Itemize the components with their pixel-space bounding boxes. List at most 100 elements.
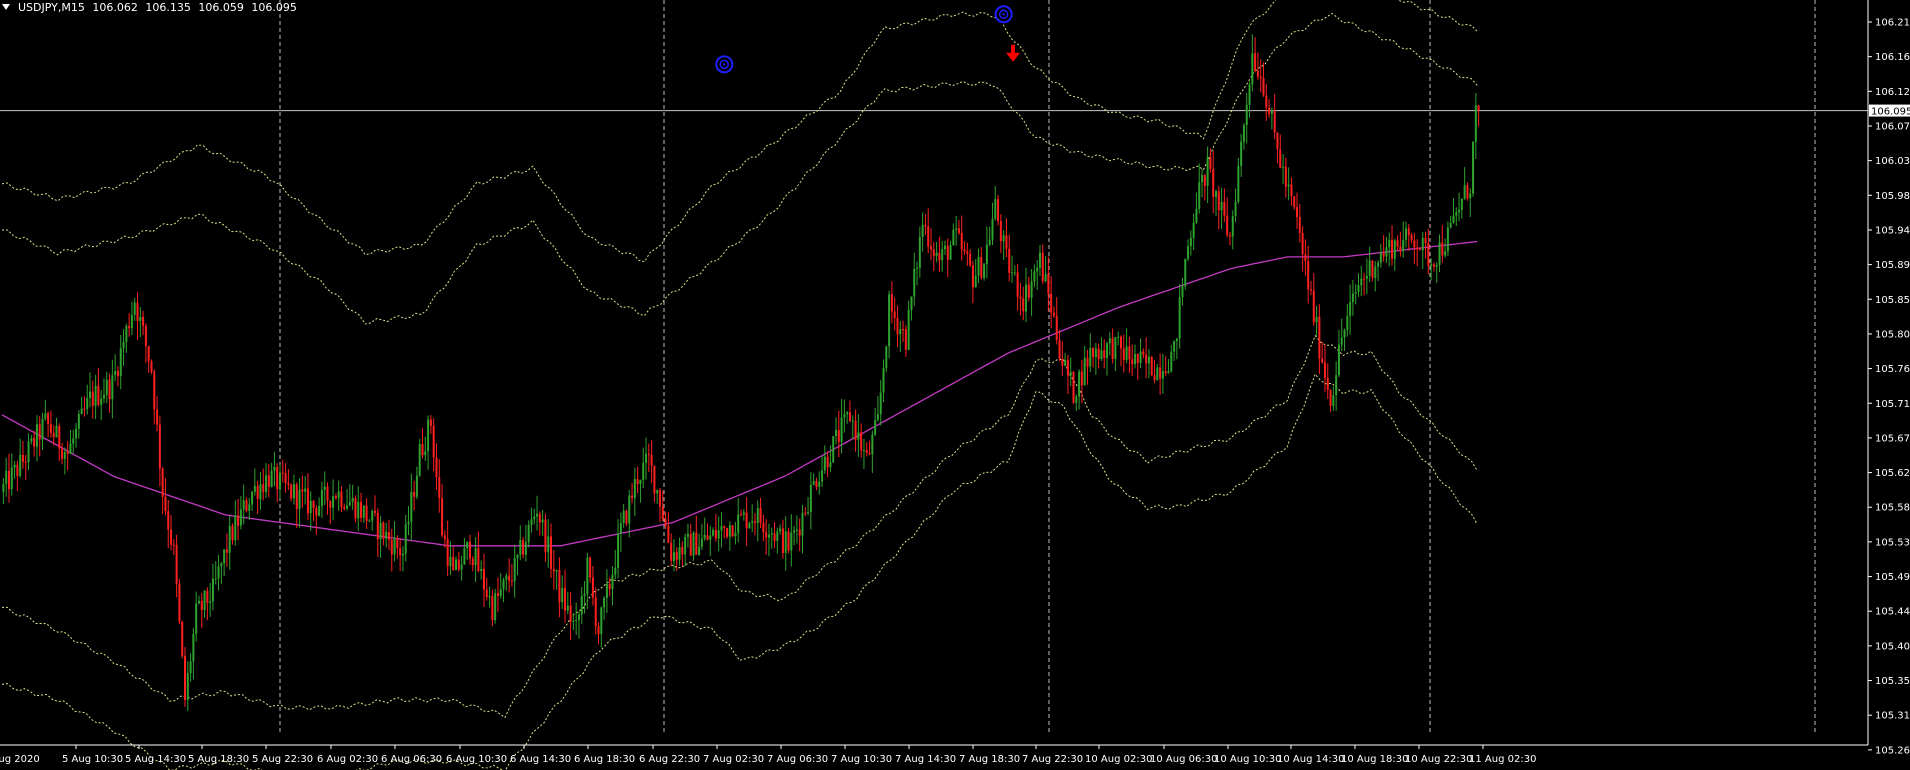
candle-body — [242, 500, 245, 510]
candle-body — [1083, 357, 1086, 386]
candle-body — [765, 532, 768, 538]
price-chart[interactable]: 106.210 106.165 106.120 106.075 106.030 105.9… — [0, 0, 1910, 770]
candle-body — [379, 522, 382, 540]
candle-body — [1477, 105, 1480, 111]
candle-body — [265, 475, 268, 492]
candle-body — [340, 491, 343, 508]
candle-body — [1323, 362, 1326, 378]
candle-body — [930, 246, 933, 250]
candle-body — [1337, 344, 1340, 376]
candle-body — [214, 578, 217, 580]
candle-body — [807, 511, 810, 514]
candle-body — [801, 512, 804, 536]
candle-body — [30, 437, 33, 442]
candle-body — [16, 464, 19, 476]
candle-body — [902, 329, 905, 331]
candle-body — [1444, 251, 1447, 256]
candle — [178, 578, 181, 625]
candle-body — [116, 370, 119, 377]
low-price: 106.059 — [198, 1, 244, 14]
candle-body — [482, 569, 485, 590]
candle-body — [102, 394, 105, 399]
candle-body — [667, 525, 670, 543]
candle-body — [748, 523, 751, 529]
time-tick-label: 6 Aug 10:30 — [446, 754, 507, 765]
candle-body — [2, 483, 5, 492]
candle-body — [128, 326, 131, 329]
candle-body — [717, 530, 720, 539]
candle-body — [108, 379, 111, 400]
candle-body — [658, 490, 661, 507]
price-tick-label: 105.535 — [1875, 537, 1910, 548]
candle-body — [1354, 291, 1357, 294]
candle-body — [424, 451, 427, 456]
candle-body — [1349, 302, 1352, 316]
candle-body — [600, 607, 603, 635]
candle-body — [550, 536, 553, 570]
candle-body — [192, 633, 195, 662]
candle-body — [709, 535, 712, 540]
candle-body — [619, 523, 622, 534]
candle-body — [1111, 338, 1114, 359]
candle-body — [1424, 237, 1427, 244]
candle-body — [1089, 347, 1092, 367]
candle-body — [1340, 337, 1343, 345]
candle-body — [1041, 252, 1044, 282]
candle-body — [991, 219, 994, 240]
candle-body — [913, 268, 916, 297]
price-tick-label: 105.580 — [1875, 503, 1910, 514]
candle-body — [1343, 329, 1346, 338]
candle-body — [351, 497, 354, 502]
candle-body — [943, 245, 946, 250]
candle-body — [647, 453, 650, 455]
candle-body — [1396, 240, 1399, 247]
time-tick-label: 7 Aug 10:30 — [831, 754, 892, 765]
candle-body — [611, 574, 614, 590]
candle-body — [681, 547, 684, 555]
time-tick-label: 10 Aug 02:30 — [1085, 754, 1152, 765]
candle-body — [1025, 284, 1028, 312]
candle-body — [1421, 237, 1424, 251]
candle-body — [474, 548, 477, 566]
candle-body — [793, 530, 796, 533]
time-tick-label: 10 Aug 10:30 — [1214, 754, 1281, 765]
candle-body — [860, 432, 863, 451]
candle-body — [555, 569, 558, 572]
candle-body — [1332, 394, 1335, 406]
price-tick-label: 105.400 — [1875, 641, 1910, 652]
candle-body — [734, 532, 737, 537]
candle-body — [700, 538, 703, 547]
candle-body — [21, 454, 24, 462]
candle-body — [309, 500, 312, 514]
candle-body — [541, 519, 544, 523]
candle-body — [1038, 252, 1041, 268]
candle-body — [899, 329, 902, 335]
candle-body — [1432, 264, 1435, 267]
candle-body — [798, 529, 801, 536]
candle-body — [1416, 247, 1419, 250]
candle-body — [460, 564, 463, 570]
candle-body — [608, 584, 611, 590]
candle-body — [826, 456, 829, 468]
candle-body — [536, 513, 539, 517]
candle-body — [463, 548, 466, 565]
candle-body — [1472, 141, 1475, 194]
candle-body — [5, 470, 8, 484]
candle-body — [865, 450, 868, 453]
candle-body — [1455, 212, 1458, 216]
candle-body — [1368, 260, 1371, 276]
candle-body — [47, 413, 50, 424]
candle-body — [603, 597, 606, 608]
candle-body — [343, 507, 346, 509]
candle-body — [1399, 246, 1402, 252]
time-tick-label: 7 Aug 14:30 — [895, 754, 956, 765]
chart-menu-triangle-icon[interactable] — [2, 4, 10, 10]
candle-body — [572, 620, 575, 622]
candle-body — [977, 256, 980, 276]
candle-body — [452, 556, 455, 571]
candle-body — [306, 488, 309, 514]
candle-body — [480, 569, 483, 572]
candle-body — [147, 346, 150, 362]
candle-body — [946, 245, 949, 260]
candle-body — [195, 603, 198, 634]
